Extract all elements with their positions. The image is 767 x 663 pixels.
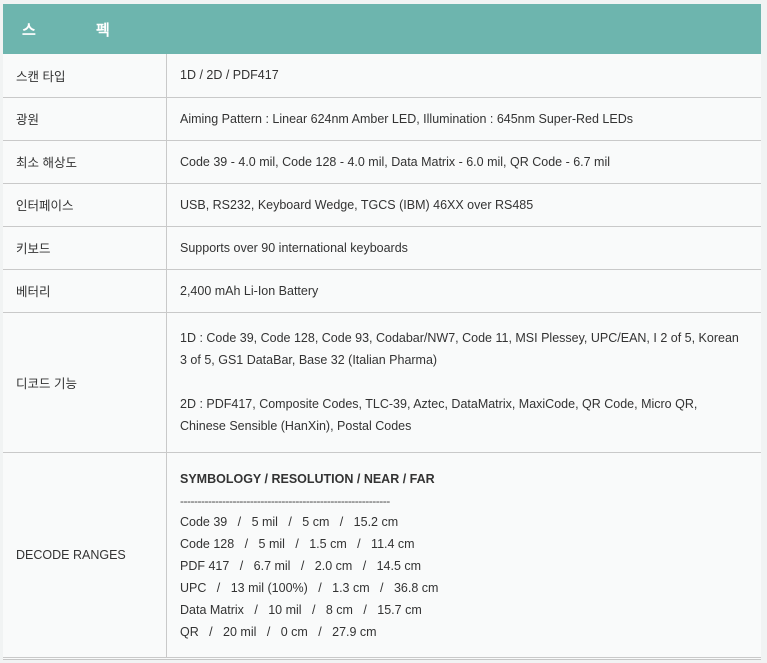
spec-panel: 스 펙 스캔 타입 1D / 2D / PDF417 광원 Aiming Pat…: [3, 4, 761, 660]
table-row: 광원 Aiming Pattern : Linear 624nm Amber L…: [3, 97, 761, 141]
ranges-value: SYMBOLOGY / RESOLUTION / NEAR / FAR ----…: [166, 452, 761, 658]
row-key: 스캔 타입: [3, 54, 167, 98]
row-value: 1D / 2D / PDF417: [166, 54, 761, 98]
row-value: Aiming Pattern : Linear 624nm Amber LED,…: [166, 97, 761, 141]
range-line: QR / 20 mil / 0 cm / 27.9 cm: [180, 624, 377, 639]
decode-2d-line: 2D : PDF417, Composite Codes, TLC-39, Az…: [180, 397, 698, 411]
range-line: Data Matrix / 10 mil / 8 cm / 15.7 cm: [180, 602, 422, 617]
row-value: 2,400 mAh Li-Ion Battery: [166, 269, 761, 313]
row-key: 인터페이스: [3, 183, 167, 227]
range-line: Code 128 / 5 mil / 1.5 cm / 11.4 cm: [180, 536, 415, 551]
row-key: 최소 해상도: [3, 140, 167, 184]
table-row: 인터페이스 USB, RS232, Keyboard Wedge, TGCS (…: [3, 183, 761, 227]
ranges-divider: ----------------------------------------…: [180, 493, 390, 508]
range-line: PDF 417 / 6.7 mil / 2.0 cm / 14.5 cm: [180, 558, 422, 573]
table-row: 최소 해상도 Code 39 - 4.0 mil, Code 128 - 4.0…: [3, 140, 761, 184]
spec-table: 스캔 타입 1D / 2D / PDF417 광원 Aiming Pattern…: [3, 54, 761, 658]
table-row: 키보드 Supports over 90 international keybo…: [3, 226, 761, 270]
decode-1d-line: 3 of 5, GS1 DataBar, Base 32 (Italian Ph…: [180, 353, 438, 367]
range-line: UPC / 13 mil (100%) / 1.3 cm / 36.8 cm: [180, 580, 439, 595]
range-line: Code 39 / 5 mil / 5 cm / 15.2 cm: [180, 514, 399, 529]
ranges-title: SYMBOLOGY / RESOLUTION / NEAR / FAR: [180, 471, 435, 486]
table-row: 베터리 2,400 mAh Li-Ion Battery: [3, 269, 761, 313]
row-key: 베터리: [3, 269, 167, 313]
spec-header-title: 스 펙: [22, 21, 138, 39]
row-value: Supports over 90 international keyboards: [166, 226, 761, 270]
decode-2d-line: Chinese Sensible (HanXin), Postal Codes: [180, 419, 412, 433]
spec-header: 스 펙: [3, 4, 761, 54]
decode-key: 디코드 기능: [3, 312, 167, 453]
row-value: USB, RS232, Keyboard Wedge, TGCS (IBM) 4…: [166, 183, 761, 227]
decode-1d-line: 1D : Code 39, Code 128, Code 93, Codabar…: [180, 331, 739, 345]
table-row-ranges: DECODE RANGES SYMBOLOGY / RESOLUTION / N…: [3, 452, 761, 658]
row-value: Code 39 - 4.0 mil, Code 128 - 4.0 mil, D…: [166, 140, 761, 184]
row-key: 키보드: [3, 226, 167, 270]
table-row-decode: 디코드 기능 1D : Code 39, Code 128, Code 93, …: [3, 312, 761, 453]
table-row: 스캔 타입 1D / 2D / PDF417: [3, 54, 761, 98]
ranges-key: DECODE RANGES: [3, 452, 167, 658]
decode-value: 1D : Code 39, Code 128, Code 93, Codabar…: [166, 312, 761, 453]
row-key: 광원: [3, 97, 167, 141]
